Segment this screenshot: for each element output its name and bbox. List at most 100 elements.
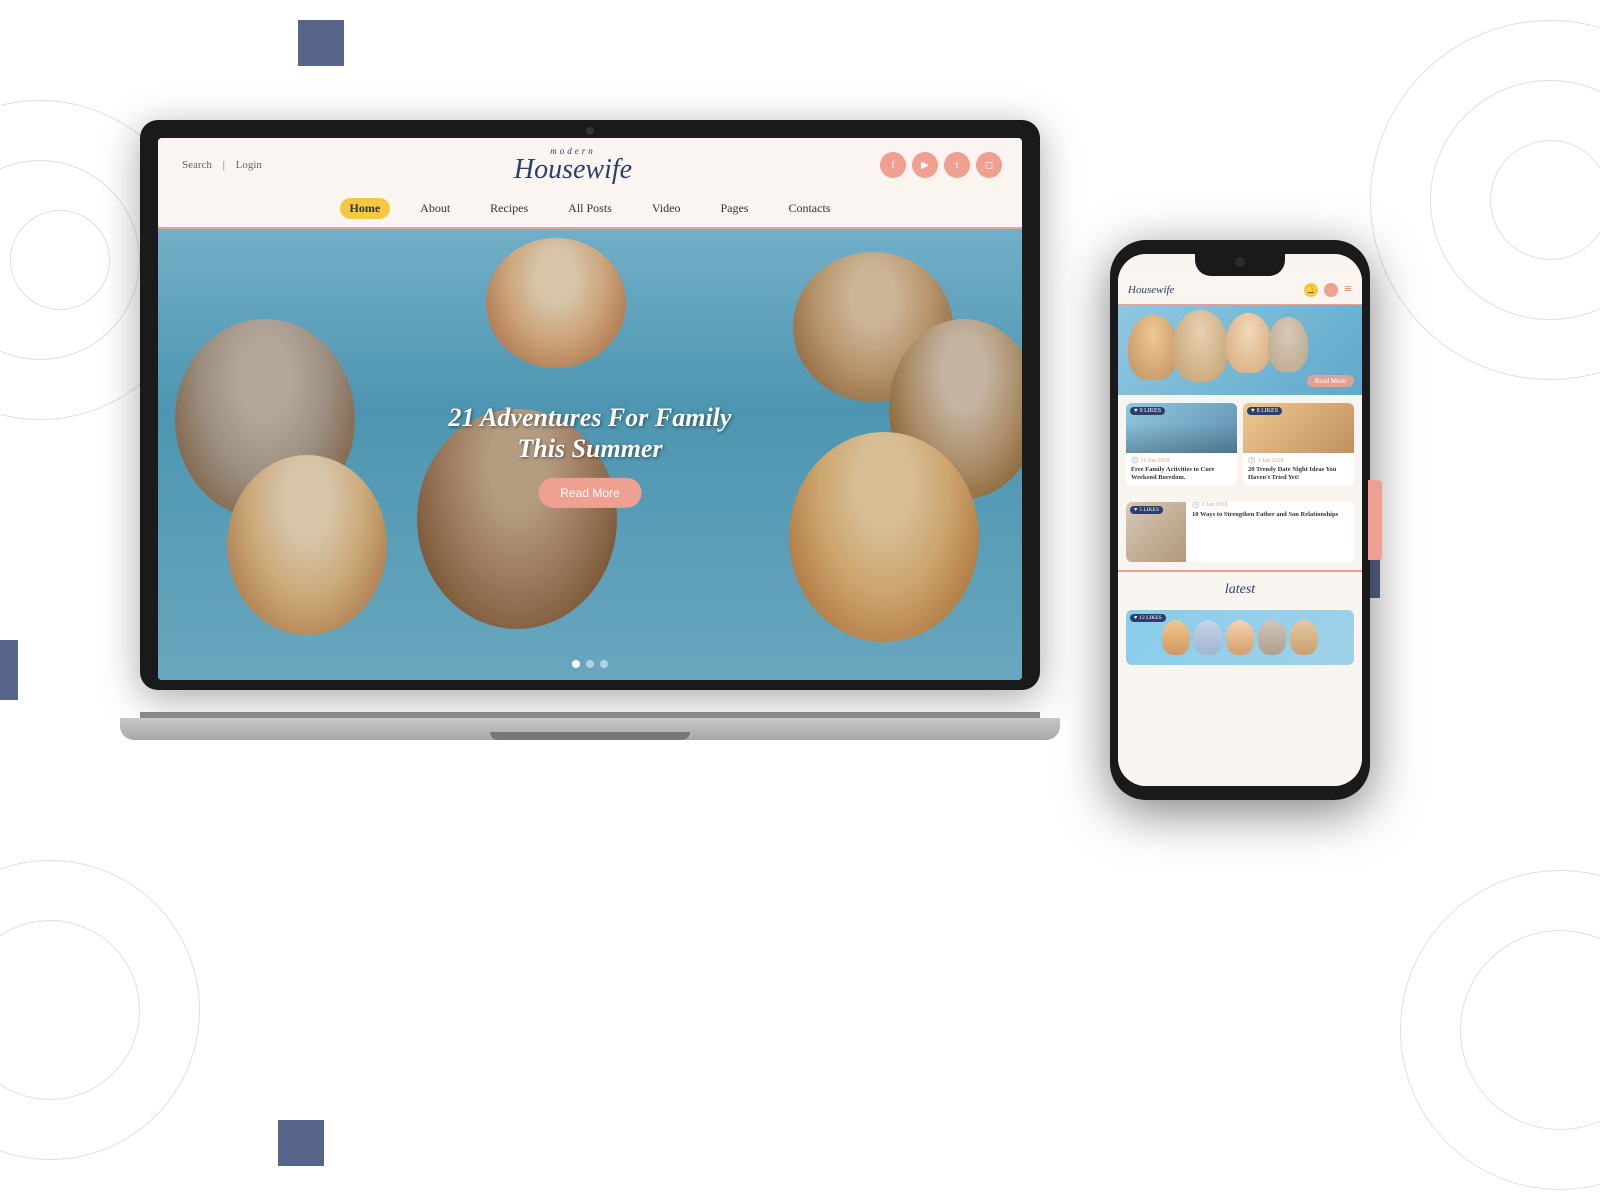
phone-header-icons: 🔔 ≡ xyxy=(1304,282,1352,298)
hero-image: 21 Adventures For Family This Summer Rea… xyxy=(158,229,1022,680)
phone-post-2-info: 🕐 3 Jan 2018 20 Trendy Date Night Ideas … xyxy=(1243,453,1354,486)
phone-latest-section: latest xyxy=(1118,570,1362,602)
phone-header: Housewife 🔔 ≡ xyxy=(1118,276,1362,305)
youtube-icon[interactable]: ▶ xyxy=(912,152,938,178)
phone-latest-post: ♥ 12 LIKES xyxy=(1126,610,1354,665)
search-link[interactable]: Search xyxy=(182,159,212,171)
site-navigation: Home About Recipes All Posts Video Pages… xyxy=(178,190,1002,227)
phone-website: Housewife 🔔 ≡ xyxy=(1118,254,1362,786)
phone-post-1: ♥ 9 LIKES 🕐 16 Jan 2018 Free Family Acti… xyxy=(1126,403,1237,486)
laptop-device: Search | Login modern Housewife xyxy=(140,120,1040,740)
nav-contacts[interactable]: Contacts xyxy=(778,198,840,219)
hero-cta-button[interactable]: Read More xyxy=(538,478,641,508)
latest-person-4 xyxy=(1258,620,1286,655)
phone-post-1-date: 🕐 16 Jan 2018 xyxy=(1131,457,1232,464)
phone-post-card: ♥ 5 LIKES 🕐 2 Jan 2018 10 Ways to Streng… xyxy=(1126,502,1354,562)
phone-latest-post-wrapper: ♥ 12 LIKES xyxy=(1118,610,1362,673)
hero-slide-dots xyxy=(572,660,608,668)
phone-post-1-likes: ♥ 9 LIKES xyxy=(1130,407,1165,415)
twitter-icon[interactable]: t xyxy=(944,152,970,178)
logo-main-text[interactable]: Housewife xyxy=(266,156,880,184)
clock-icon-3: 🕐 xyxy=(1192,502,1199,509)
laptop-screen-inner: Search | Login modern Housewife xyxy=(158,138,1022,680)
nav-pages[interactable]: Pages xyxy=(710,198,758,219)
nav-about[interactable]: About xyxy=(410,198,460,219)
phone-post-1-gradient xyxy=(1126,423,1237,453)
site-header: Search | Login modern Housewife xyxy=(158,138,1022,229)
phone-post-2: ♥ 8 LIKES 🕐 3 Jan 2018 20 Trendy Date Ni… xyxy=(1243,403,1354,486)
nav-video[interactable]: Video xyxy=(642,198,691,219)
site-top-bar: Search | Login modern Housewife xyxy=(178,146,1002,184)
login-link[interactable]: Login xyxy=(236,159,262,171)
hero-title-line1: 21 Adventures For Family xyxy=(449,402,732,431)
phone-post-card-date: 🕐 2 Jan 2018 xyxy=(1192,502,1354,509)
website-desktop: Search | Login modern Housewife xyxy=(158,138,1022,680)
phone-menu-icon[interactable]: ≡ xyxy=(1344,282,1352,298)
laptop-foot xyxy=(490,732,690,740)
facebook-icon[interactable]: f xyxy=(880,152,906,178)
phone-side-tab xyxy=(1368,480,1382,560)
phone-hero-read-more[interactable]: Read More xyxy=(1307,375,1354,387)
latest-person-3 xyxy=(1226,620,1254,655)
phone-post-2-date: 🕐 3 Jan 2018 xyxy=(1248,457,1349,464)
latest-person-1 xyxy=(1162,620,1190,655)
phone-post-2-likes-text: 8 LIKES xyxy=(1257,408,1279,414)
dot-2[interactable] xyxy=(586,660,594,668)
phone-hero-bg: Read More xyxy=(1118,305,1362,395)
like-icon-1: ♥ xyxy=(1134,408,1138,414)
phone-bell-icon[interactable]: 🔔 xyxy=(1304,283,1318,297)
hero-content: 21 Adventures For Family This Summer Rea… xyxy=(449,401,732,507)
phone-post-2-likes: ♥ 8 LIKES xyxy=(1247,407,1282,415)
phone-post-1-title[interactable]: Free Family Activities to Cure Weekend B… xyxy=(1131,466,1232,482)
latest-person-2 xyxy=(1194,620,1222,655)
phone-post-card-title[interactable]: 10 Ways to Strengthen Father and Son Rel… xyxy=(1192,511,1354,519)
like-icon-2: ♥ xyxy=(1251,408,1255,414)
dot-1[interactable] xyxy=(572,660,580,668)
laptop-camera xyxy=(586,127,594,135)
hero-title-line2: This Summer xyxy=(517,434,662,463)
phone-post-2-title[interactable]: 20 Trendy Date Night Ideas You Haven't T… xyxy=(1248,466,1349,482)
phone-posts-grid: ♥ 9 LIKES 🕐 16 Jan 2018 Free Family Acti… xyxy=(1118,395,1362,494)
clock-icon-2: 🕐 xyxy=(1248,457,1255,464)
laptop-base xyxy=(120,718,1060,740)
nav-all-posts[interactable]: All Posts xyxy=(558,198,622,219)
site-hero: 21 Adventures For Family This Summer Rea… xyxy=(158,229,1022,680)
phone-latest-post-likes: ♥ 12 LIKES xyxy=(1130,614,1166,622)
phone-post-1-info: 🕐 16 Jan 2018 Free Family Activities to … xyxy=(1126,453,1237,486)
phone-screen: Housewife 🔔 ≡ xyxy=(1118,254,1362,786)
site-top-left: Search | Login xyxy=(178,159,266,171)
phone-latest-title: latest xyxy=(1126,582,1354,598)
phone-circle-icon[interactable] xyxy=(1324,283,1338,297)
phone-logo[interactable]: Housewife xyxy=(1128,284,1174,296)
phone-person-3 xyxy=(1226,313,1271,373)
phone-post-card-content: 🕐 2 Jan 2018 10 Ways to Strengthen Fathe… xyxy=(1192,502,1354,519)
phone-hero-image: Read More xyxy=(1118,305,1362,395)
laptop-screen-outer: Search | Login modern Housewife xyxy=(140,120,1040,690)
phone-post-card-image: ♥ 5 LIKES xyxy=(1126,502,1186,562)
phone-device: Housewife 🔔 ≡ xyxy=(1110,240,1370,800)
site-logo: modern Housewife xyxy=(266,146,880,184)
phone-camera xyxy=(1235,257,1245,267)
phone-person-1 xyxy=(1128,315,1178,380)
separator: | xyxy=(223,159,225,171)
phone-post-2-image: ♥ 8 LIKES xyxy=(1243,403,1354,453)
latest-person-5 xyxy=(1290,620,1318,655)
phone-single-post-section: ♥ 5 LIKES 🕐 2 Jan 2018 10 Ways to Streng… xyxy=(1118,494,1362,570)
phone-post-1-likes-text: 9 LIKES xyxy=(1140,408,1162,414)
like-icon-4: ♥ xyxy=(1134,615,1137,621)
like-icon-3: ♥ xyxy=(1134,507,1137,513)
instagram-icon[interactable]: ◻ xyxy=(976,152,1002,178)
phone-post-1-image: ♥ 9 LIKES xyxy=(1126,403,1237,453)
phone-outer: Housewife 🔔 ≡ xyxy=(1110,240,1370,800)
phone-post-card-likes: ♥ 5 LIKES xyxy=(1130,506,1163,514)
main-scene: Search | Login modern Housewife xyxy=(0,0,1600,1200)
phone-latest-post-image: ♥ 12 LIKES xyxy=(1126,610,1354,665)
clock-icon-1: 🕐 xyxy=(1131,457,1138,464)
nav-home[interactable]: Home xyxy=(340,198,391,219)
hero-title: 21 Adventures For Family This Summer xyxy=(449,401,732,463)
site-social-icons: f ▶ t ◻ xyxy=(880,152,1002,178)
nav-recipes[interactable]: Recipes xyxy=(480,198,538,219)
dot-3[interactable] xyxy=(600,660,608,668)
phone-person-4 xyxy=(1268,317,1308,372)
phone-person-2 xyxy=(1173,310,1228,382)
